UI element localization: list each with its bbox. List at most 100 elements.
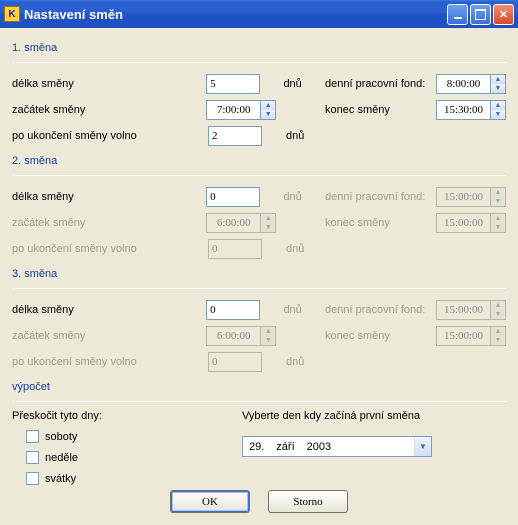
shift2-start-input <box>206 213 260 233</box>
calc-right-column: Vyberte den kdy začíná první směna 29. z… <box>242 410 506 493</box>
ok-button[interactable]: OK <box>170 490 250 513</box>
date-year: 2003 <box>301 441 337 453</box>
calc-columns: Přeskočit tyto dny: soboty neděle svátky… <box>12 410 506 493</box>
unit-days: dnů <box>286 356 328 368</box>
spin-down-icon <box>491 336 505 345</box>
label-shift-start: začátek směny <box>12 330 206 342</box>
checkbox-label-holidays: svátky <box>45 473 76 485</box>
separator <box>12 175 506 176</box>
unit-days: dnů <box>286 243 328 255</box>
shift3-start-input <box>206 326 260 346</box>
spin-up-icon <box>261 327 275 336</box>
checkbox-row-sundays[interactable]: neděle <box>26 451 222 464</box>
label-shift-start: začátek směny <box>12 217 206 229</box>
titlebar[interactable]: K Nastavení směn <box>0 0 518 28</box>
spin-down-icon <box>261 336 275 345</box>
calc-left-column: Přeskočit tyto dny: soboty neděle svátky <box>12 410 222 493</box>
app-icon: K <box>4 6 20 22</box>
label-shift-start: začátek směny <box>12 104 206 116</box>
shift2-length-input[interactable] <box>206 187 260 207</box>
shift1-length-input[interactable] <box>206 74 260 94</box>
date-day: 29. <box>243 441 270 453</box>
label-after-off: po ukončení směny volno <box>12 356 208 368</box>
checkbox-row-holidays[interactable]: svátky <box>26 472 222 485</box>
label-shift-length: délka směny <box>12 191 206 203</box>
chevron-down-icon[interactable] <box>414 437 431 456</box>
checkbox-saturdays[interactable] <box>26 430 39 443</box>
spin-up-icon <box>491 327 505 336</box>
shift1-start-input[interactable] <box>206 100 260 120</box>
row-shift1-start: začátek směny konec směny <box>12 97 506 123</box>
close-button[interactable] <box>493 4 514 25</box>
section-title-shift3: 3. směna <box>12 268 506 280</box>
titlebar-buttons <box>447 4 514 25</box>
spin-up-icon[interactable] <box>491 75 505 84</box>
cancel-button[interactable]: Storno <box>268 490 348 513</box>
shift3-length-input[interactable] <box>206 300 260 320</box>
label-shift-end: konec směny <box>325 217 436 229</box>
shift2-end-input <box>436 213 490 233</box>
spin-down-icon <box>261 223 275 232</box>
shift3-off-input <box>208 352 262 372</box>
row-shift2-start: začátek směny konec směny <box>12 210 506 236</box>
checkbox-holidays[interactable] <box>26 472 39 485</box>
unit-days: dnů <box>283 191 325 203</box>
spin-down-icon <box>491 310 505 319</box>
unit-days: dnů <box>283 78 325 90</box>
spin-down-icon[interactable] <box>491 84 505 93</box>
shift3-end-input <box>436 326 490 346</box>
checkbox-sundays[interactable] <box>26 451 39 464</box>
date-month: září <box>270 441 300 453</box>
shift2-start-spinner <box>206 213 276 233</box>
minimize-button[interactable] <box>447 4 468 25</box>
spin-up-icon <box>491 301 505 310</box>
unit-days: dnů <box>283 304 325 316</box>
shift1-start-spinner[interactable] <box>206 100 276 120</box>
spin-down-icon <box>491 223 505 232</box>
shift3-fund-input <box>436 300 490 320</box>
checkbox-label-sundays: neděle <box>45 452 78 464</box>
row-shift3-off: po ukončení směny volno dnů <box>12 349 506 375</box>
window-title: Nastavení směn <box>24 7 447 22</box>
label-daily-fund: denní pracovní fond: <box>325 304 436 316</box>
label-daily-fund: denní pracovní fond: <box>325 78 436 90</box>
shift1-fund-spinner[interactable] <box>436 74 506 94</box>
shift2-off-input <box>208 239 262 259</box>
shift3-start-spinner <box>206 326 276 346</box>
row-shift2-off: po ukončení směny volno dnů <box>12 236 506 262</box>
spin-down-icon[interactable] <box>491 110 505 119</box>
separator <box>12 401 506 402</box>
section-title-shift2: 2. směna <box>12 155 506 167</box>
shift1-fund-input[interactable] <box>436 74 490 94</box>
separator <box>12 288 506 289</box>
label-shift-end: konec směny <box>325 330 436 342</box>
shift1-end-input[interactable] <box>436 100 490 120</box>
spin-up-icon <box>491 214 505 223</box>
checkbox-label-saturdays: soboty <box>45 431 77 443</box>
label-after-off: po ukončení směny volno <box>12 243 208 255</box>
shift1-off-input[interactable] <box>208 126 262 146</box>
shift2-fund-spinner <box>436 187 506 207</box>
label-shift-end: konec směny <box>325 104 436 116</box>
spin-down-icon[interactable] <box>261 110 275 119</box>
checkbox-row-saturdays[interactable]: soboty <box>26 430 222 443</box>
row-shift2-length: délka směny dnů denní pracovní fond: <box>12 184 506 210</box>
label-shift-length: délka směny <box>12 304 206 316</box>
row-shift3-length: délka směny dnů denní pracovní fond: <box>12 297 506 323</box>
shift2-fund-input <box>436 187 490 207</box>
label-after-off: po ukončení směny volno <box>12 130 208 142</box>
spin-up-icon <box>261 214 275 223</box>
start-date-combo[interactable]: 29. září 2003 <box>242 436 432 457</box>
unit-days: dnů <box>286 130 328 142</box>
row-shift1-off: po ukončení směny volno dnů <box>12 123 506 149</box>
shift3-end-spinner <box>436 326 506 346</box>
shift1-end-spinner[interactable] <box>436 100 506 120</box>
spin-down-icon <box>491 197 505 206</box>
maximize-button[interactable] <box>470 4 491 25</box>
spin-up-icon <box>491 188 505 197</box>
spin-up-icon[interactable] <box>261 101 275 110</box>
client-area: 1. směna délka směny dnů denní pracovní … <box>0 28 518 525</box>
skip-days-label: Přeskočit tyto dny: <box>12 410 222 422</box>
spin-up-icon[interactable] <box>491 101 505 110</box>
section-title-calc: výpočet <box>12 381 506 393</box>
